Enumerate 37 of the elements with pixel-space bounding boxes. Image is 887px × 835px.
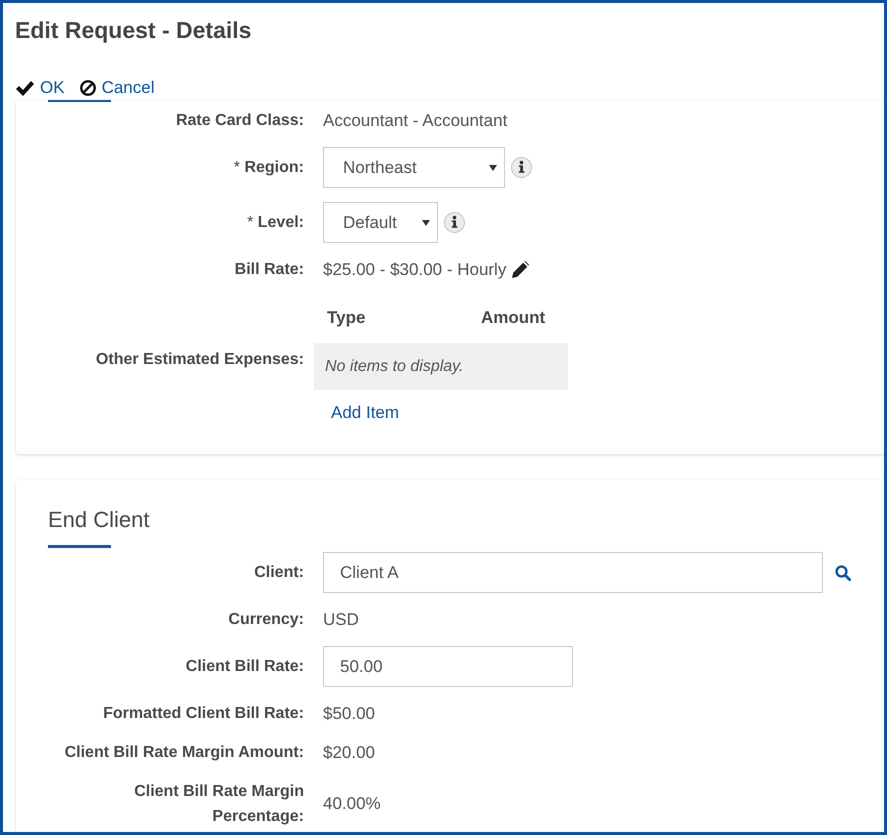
field-value: 40.00%	[323, 793, 381, 815]
section-heading: End Client	[48, 506, 150, 534]
text-field[interactable]: Client A	[323, 552, 823, 593]
check-icon	[16, 80, 34, 96]
dropdown[interactable]: Default	[323, 202, 438, 243]
search-icon[interactable]	[835, 564, 851, 580]
add-item-link[interactable]: Add Item	[331, 401, 400, 425]
field-value: $20.00	[323, 742, 375, 764]
field-value: Accountant - Accountant	[323, 110, 508, 132]
caret-icon	[489, 164, 497, 170]
info-icon[interactable]	[444, 212, 465, 233]
page-title: Edit Request - Details	[15, 16, 252, 44]
field-label: Bill Rate:	[234, 260, 304, 280]
empty-message: No items to display.	[314, 343, 568, 390]
column-header: Amount	[481, 307, 546, 329]
field-value: $50.00	[323, 702, 375, 724]
caret-icon	[422, 220, 430, 226]
field-label: Currency:	[228, 610, 304, 630]
field-label: Client:	[254, 563, 304, 583]
field-label: * Level:	[247, 213, 304, 233]
pencil-icon[interactable]	[512, 261, 530, 278]
field-label: * Region:	[234, 158, 304, 178]
field-label: Client Bill Rate:	[186, 657, 304, 677]
text-field[interactable]: 50.00	[323, 646, 573, 687]
cancel-icon	[80, 80, 96, 96]
field-value: USD	[323, 608, 359, 630]
field-label: Client Bill Rate Margin Percentage:	[133, 782, 304, 827]
column-header: Type	[327, 307, 366, 329]
dropdown[interactable]: Northeast	[323, 147, 505, 188]
field-label: Client Bill Rate Margin Amount:	[64, 743, 304, 763]
cancel-button[interactable]: Cancel	[80, 76, 154, 100]
info-icon[interactable]	[511, 157, 532, 178]
field-value: $25.00 - $30.00 - Hourly	[323, 258, 506, 280]
field-label: Formatted Client Bill Rate:	[103, 704, 304, 724]
field-label: Rate Card Class:	[176, 111, 304, 131]
field-label: Other Estimated Expenses:	[96, 350, 304, 370]
ok-button[interactable]: OK	[16, 76, 65, 100]
